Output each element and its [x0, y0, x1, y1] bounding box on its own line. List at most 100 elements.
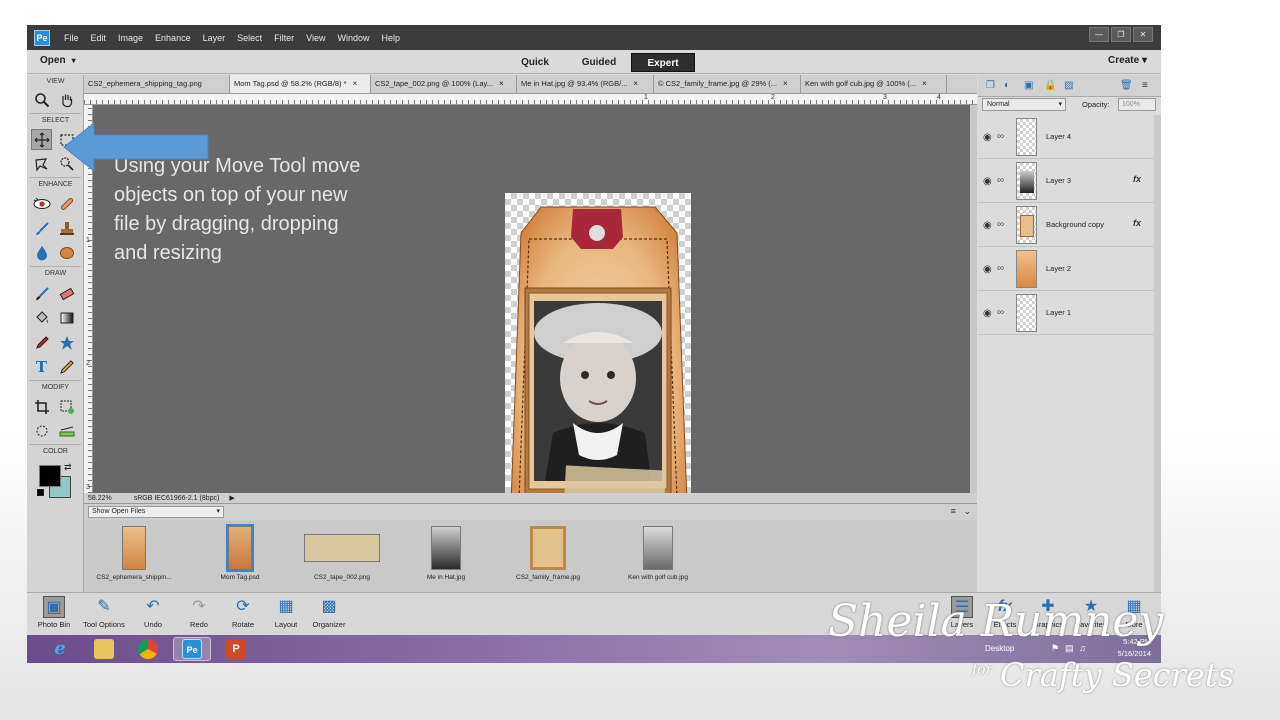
bin-thumbnail[interactable]: [122, 526, 146, 570]
sponge-tool-icon[interactable]: [56, 242, 77, 263]
blend-mode-dropdown[interactable]: Normal ▾: [982, 98, 1066, 111]
menu-view[interactable]: View: [306, 33, 325, 43]
crop-tool-icon[interactable]: [31, 396, 52, 417]
close-tab-icon[interactable]: ×: [499, 79, 504, 88]
layer-row[interactable]: ◉ ∞ Layer 3 fx: [978, 159, 1154, 203]
bin-item[interactable]: CS2_ephemera_shippin...: [94, 526, 174, 581]
bin-thumbnail[interactable]: [226, 524, 254, 572]
content-aware-move-icon[interactable]: [31, 420, 52, 441]
visibility-eye-icon[interactable]: ◉: [983, 264, 992, 275]
type-tool-icon[interactable]: T: [31, 356, 52, 377]
doc-tab[interactable]: CS2_ephemera_shipping_tag.png: [84, 75, 230, 93]
menu-enhance[interactable]: Enhance: [155, 33, 191, 43]
pencil-tool-icon[interactable]: [56, 356, 77, 377]
taskbar-ie[interactable]: e: [41, 637, 79, 661]
layer-row[interactable]: ◉ ∞ Layer 2: [978, 247, 1154, 291]
hand-tool-icon[interactable]: [56, 89, 77, 110]
recompose-tool-icon[interactable]: [56, 396, 77, 417]
chevron-down-icon[interactable]: ⌄: [963, 506, 971, 516]
swap-colors-icon[interactable]: ⇄: [64, 462, 72, 473]
lasso-tool-icon[interactable]: [31, 153, 52, 174]
fx-icon[interactable]: fx: [1133, 218, 1141, 228]
layers-scrollbar[interactable]: [1154, 115, 1161, 592]
link-icon[interactable]: ∞: [997, 307, 1004, 318]
custom-shape-icon[interactable]: [56, 332, 77, 353]
bin-thumbnail[interactable]: [431, 526, 461, 570]
doc-tab[interactable]: Me in Hat.jpg @ 93.4% (RGB/... ×: [517, 75, 654, 93]
app-logo-icon[interactable]: Pe: [34, 29, 50, 46]
taskbar-explorer[interactable]: [85, 637, 123, 661]
menu-edit[interactable]: Edit: [91, 33, 107, 43]
doc-tab-active[interactable]: Mom Tag.psd @ 58.2% (RGB/8) * ×: [230, 75, 371, 93]
bin-item[interactable]: Ken with golf cub.jpg: [608, 526, 708, 581]
bin-item[interactable]: CS2_family_frame.jpg: [498, 526, 598, 581]
link-icon[interactable]: ∞: [997, 175, 1004, 186]
taskbar-chrome[interactable]: [129, 637, 167, 661]
opacity-field[interactable]: 100%: [1118, 98, 1156, 111]
layer-row[interactable]: ◉ ∞ Background copy fx: [978, 203, 1154, 247]
trash-icon[interactable]: 🗑: [1120, 80, 1133, 91]
visibility-eye-icon[interactable]: ◉: [983, 176, 992, 187]
create-button[interactable]: Create ▾: [1108, 55, 1147, 66]
move-tool-icon[interactable]: [31, 129, 52, 150]
tab-guided[interactable]: Guided: [567, 53, 631, 72]
zoom-tool-icon[interactable]: [31, 89, 52, 110]
doc-tab[interactable]: CS2_tape_002.png @ 100% (Lay... ×: [371, 75, 517, 93]
close-tab-icon[interactable]: ×: [783, 79, 788, 88]
minimize-icon[interactable]: —: [1089, 27, 1109, 42]
new-layer-icon[interactable]: ❐: [986, 80, 995, 91]
open-button[interactable]: Open ▾: [40, 55, 76, 66]
bin-item[interactable]: CS2_tape_002.png: [297, 526, 387, 581]
status-menu-icon[interactable]: ▶: [229, 494, 234, 502]
blur-tool-icon[interactable]: [31, 242, 52, 263]
taskbar-powerpoint[interactable]: P: [217, 637, 255, 661]
bin-filter-dropdown[interactable]: Show Open Files ▾: [88, 506, 224, 518]
healing-brush-icon[interactable]: [56, 193, 77, 214]
doc-tab[interactable]: Ken with golf cub.jpg @ 100% (... ×: [801, 75, 947, 93]
menu-file[interactable]: File: [64, 33, 79, 43]
menu-select[interactable]: Select: [237, 33, 262, 43]
bin-options[interactable]: ≡ ⌄: [951, 506, 971, 517]
taskbar-photoshop-elements[interactable]: Pe: [173, 637, 211, 661]
close-tab-icon[interactable]: ×: [922, 79, 927, 88]
link-icon[interactable]: ∞: [997, 263, 1004, 274]
tab-quick[interactable]: Quick: [503, 53, 567, 72]
link-icon[interactable]: ∞: [997, 219, 1004, 230]
canvas-scrollbar[interactable]: [970, 105, 977, 493]
close-tab-icon[interactable]: ×: [633, 79, 638, 88]
menu-window[interactable]: Window: [337, 33, 369, 43]
paint-bucket-icon[interactable]: [31, 307, 52, 328]
visibility-eye-icon[interactable]: ◉: [983, 308, 992, 319]
close-tab-icon[interactable]: ×: [353, 79, 358, 88]
bin-thumbnail[interactable]: [643, 526, 673, 570]
lock-all-icon[interactable]: ▨: [1064, 80, 1073, 91]
eyedropper-icon[interactable]: [31, 332, 52, 353]
gradient-tool-icon[interactable]: [56, 307, 77, 328]
zoom-level[interactable]: 58.22%: [88, 495, 112, 502]
layer-row[interactable]: ◉ ∞ Layer 1: [978, 291, 1154, 335]
organizer-button[interactable]: ▩ Organizer: [302, 596, 356, 629]
tool-options-button[interactable]: ✎ Tool Options: [77, 596, 131, 629]
fx-icon[interactable]: fx: [1133, 174, 1141, 184]
lock-icon[interactable]: 🔒: [1044, 80, 1056, 91]
menu-filter[interactable]: Filter: [274, 33, 294, 43]
bin-item[interactable]: Mom Tag.psd: [200, 524, 280, 581]
menu-layer[interactable]: Layer: [203, 33, 226, 43]
panel-menu-icon[interactable]: ≡: [1142, 80, 1148, 91]
red-eye-tool-icon[interactable]: [31, 193, 52, 214]
doc-tab[interactable]: © CS2_family_frame.jpg @ 29% (... ×: [654, 75, 801, 93]
foreground-color-swatch[interactable]: [39, 465, 61, 487]
menu-image[interactable]: Image: [118, 33, 143, 43]
close-icon[interactable]: ✕: [1133, 27, 1153, 42]
link-icon[interactable]: ∞: [997, 131, 1004, 142]
restore-icon[interactable]: ❐: [1111, 27, 1131, 42]
visibility-eye-icon[interactable]: ◉: [983, 132, 992, 143]
layer-row[interactable]: ◉ ∞ Layer 4: [978, 115, 1154, 159]
default-colors-icon[interactable]: [37, 489, 44, 496]
bin-item[interactable]: Me in Hat.jpg: [406, 526, 486, 581]
list-menu-icon[interactable]: ≡: [951, 506, 956, 516]
eraser-tool-icon[interactable]: [56, 283, 77, 304]
layer-mask-icon[interactable]: ▣: [1024, 80, 1033, 91]
smart-brush-icon[interactable]: [31, 218, 52, 239]
clone-stamp-icon[interactable]: [56, 218, 77, 239]
